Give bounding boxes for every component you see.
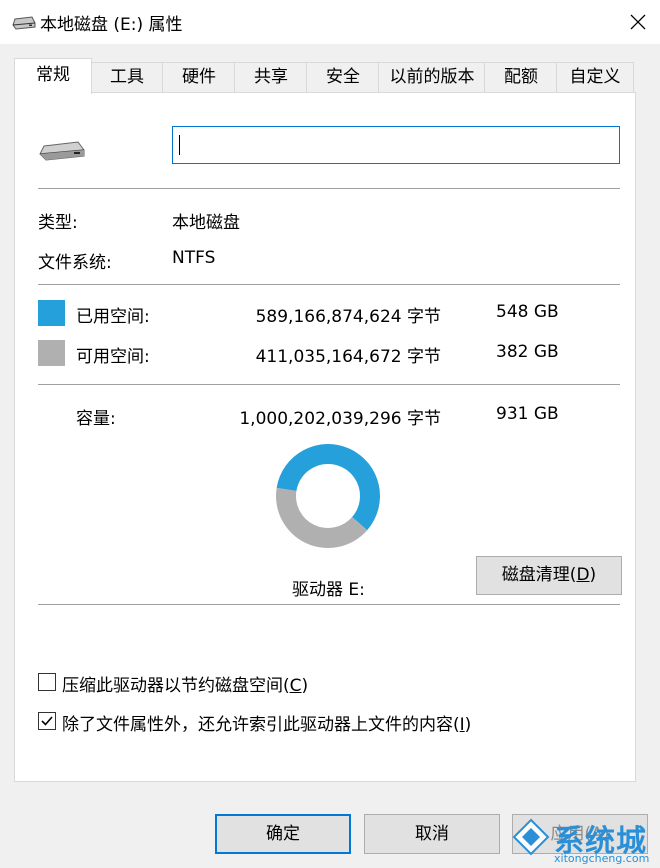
index-text-end: ) [464, 715, 472, 735]
ok-button[interactable]: 确定 [215, 814, 351, 854]
watermark: 系统城 xitongcheng.com [508, 812, 658, 868]
used-space-swatch [38, 300, 65, 326]
disk-cleanup-button[interactable]: 磁盘清理(D) [476, 556, 622, 595]
filesystem-value: NTFS [172, 248, 216, 268]
used-space-bytes: 589,166,874,624 字节 [255, 307, 441, 327]
cancel-button[interactable]: 取消 [364, 814, 500, 854]
free-space-size: 382 GB [496, 342, 559, 362]
compress-text: 压缩此驱动器以节约磁盘空间( [62, 676, 290, 696]
tab-label: 共享 [254, 67, 288, 87]
index-text: 除了文件属性外，还允许索引此驱动器上文件的内容( [62, 715, 460, 735]
tab-previous-versions[interactable]: 以前的版本 [378, 62, 486, 92]
filesystem-label: 文件系统: [38, 253, 112, 273]
title-bar: 本地磁盘 (E:) 属性 [0, 0, 660, 44]
tab-sharing[interactable]: 共享 [234, 62, 308, 92]
tab-tools[interactable]: 工具 [90, 62, 164, 92]
compress-text-end: ) [301, 676, 309, 696]
cleanup-accelerator: D [576, 565, 590, 585]
tab-customize[interactable]: 自定义 [556, 62, 634, 92]
compress-checkbox[interactable] [38, 673, 56, 691]
free-space-bytes: 411,035,164,672 字节 [255, 347, 441, 367]
tab-label: 工具 [110, 67, 144, 87]
tab-general[interactable]: 常规 [14, 58, 92, 94]
compress-label[interactable]: 压缩此驱动器以节约磁盘空间(C) [62, 671, 308, 696]
index-checkbox[interactable] [38, 712, 56, 730]
tab-label: 安全 [326, 67, 360, 87]
free-space-swatch [38, 340, 65, 366]
window-title: 本地磁盘 (E:) 属性 [40, 15, 183, 35]
separator [38, 604, 620, 605]
cleanup-text-end: ) [589, 565, 597, 585]
tab-label: 以前的版本 [389, 67, 475, 87]
checkmark-icon [41, 716, 53, 726]
usage-donut-chart [276, 444, 380, 548]
drive-icon [12, 16, 36, 30]
type-value: 本地磁盘 [172, 213, 240, 233]
capacity-label: 容量: [76, 409, 116, 429]
watermark-url: xitongcheng.com [554, 852, 650, 865]
tab-label: 常规 [36, 65, 70, 85]
tab-hardware[interactable]: 硬件 [162, 62, 236, 92]
tab-label: 硬件 [182, 67, 216, 87]
drive-name-input[interactable] [172, 126, 620, 164]
tab-security[interactable]: 安全 [306, 62, 380, 92]
free-space-label: 可用空间: [76, 347, 150, 367]
cleanup-text: 磁盘清理( [501, 565, 577, 585]
close-button[interactable] [616, 0, 660, 44]
separator [38, 384, 620, 385]
type-label: 类型: [38, 213, 78, 233]
watermark-logo-icon [512, 818, 550, 856]
text-caret [179, 135, 180, 155]
close-icon [630, 14, 646, 30]
index-label[interactable]: 除了文件属性外，还允许索引此驱动器上文件的内容(I) [62, 710, 471, 735]
drive-letter-label: 驱动器 E: [292, 580, 365, 600]
compress-accelerator: C [289, 676, 302, 696]
tab-label: 自定义 [569, 67, 621, 87]
capacity-size: 931 GB [496, 404, 559, 424]
used-space-label: 已用空间: [76, 307, 150, 327]
tab-label: 配额 [504, 67, 538, 87]
tab-quota[interactable]: 配额 [484, 62, 558, 92]
separator [38, 188, 620, 189]
drive-icon [39, 141, 85, 161]
capacity-bytes: 1,000,202,039,296 字节 [239, 409, 441, 429]
used-space-size: 548 GB [496, 302, 559, 322]
separator [38, 284, 620, 285]
